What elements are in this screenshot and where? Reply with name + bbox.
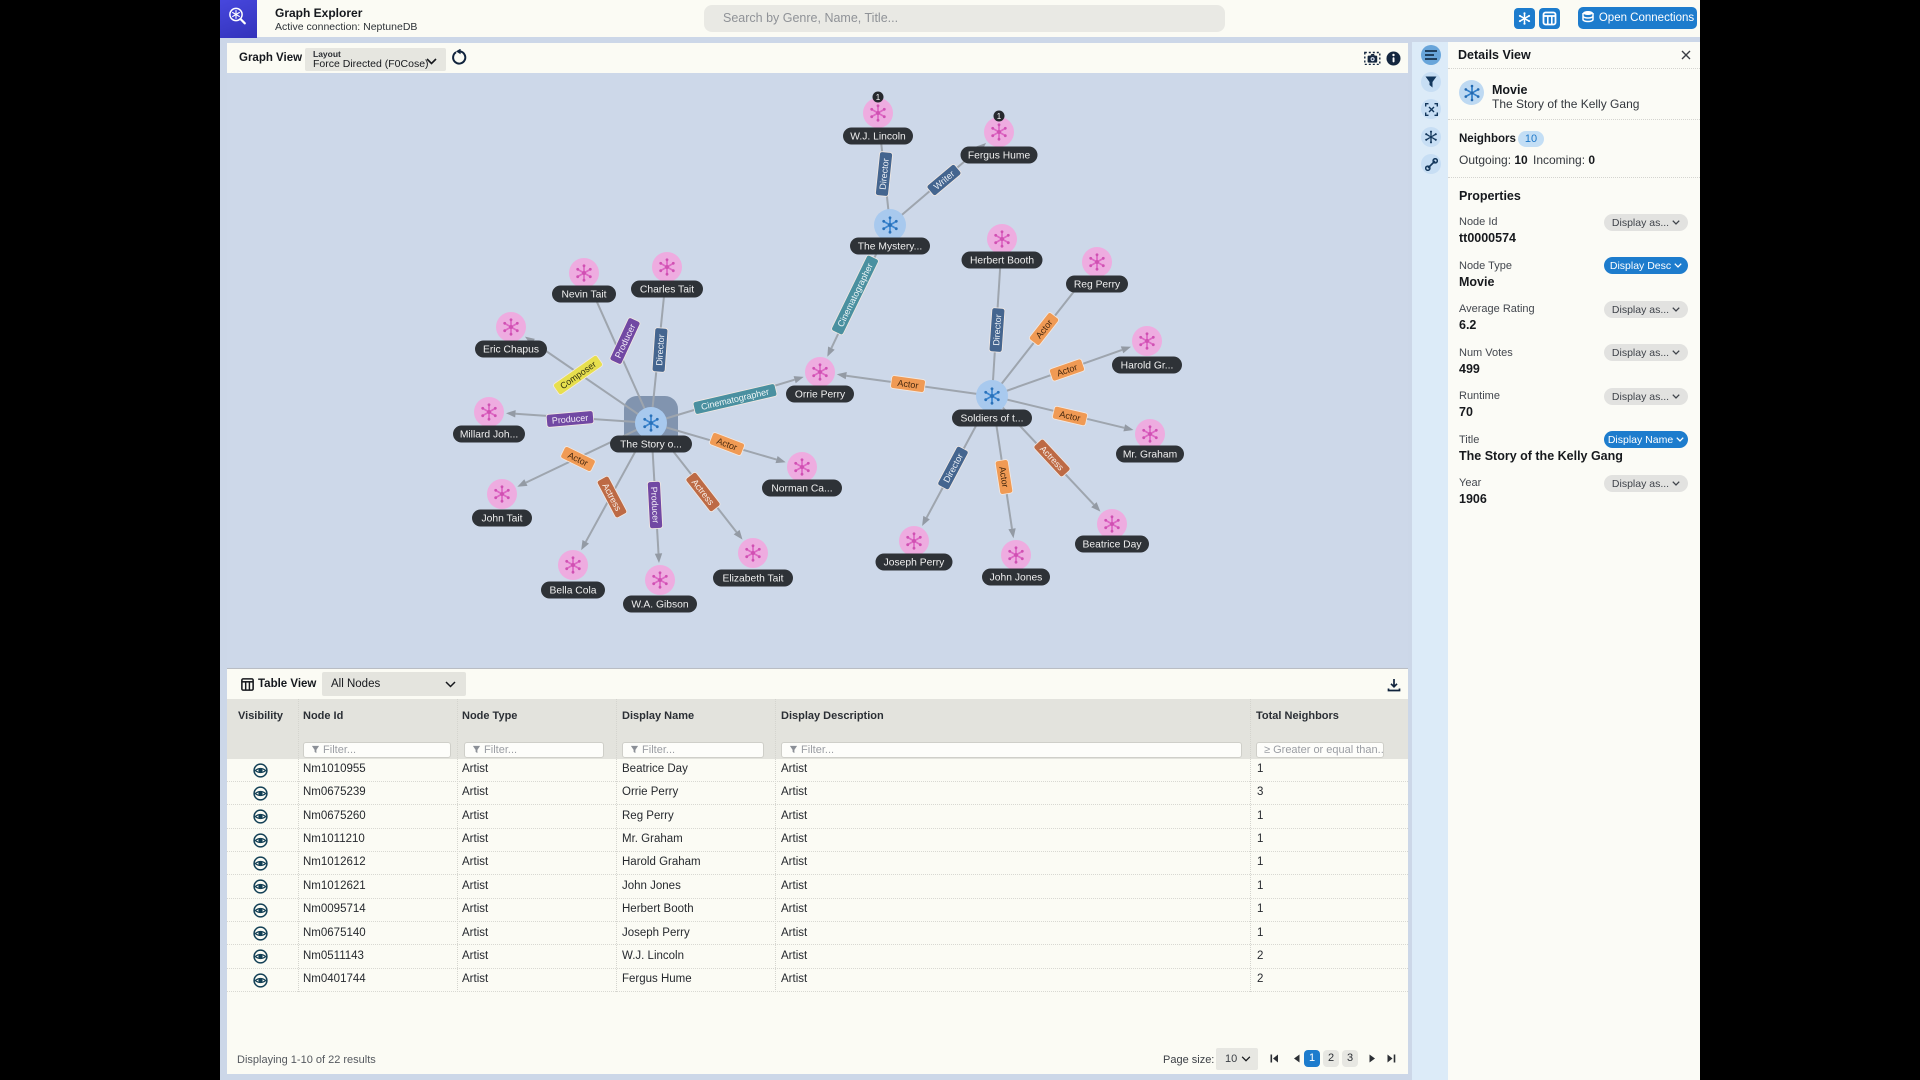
svg-text:1: 1: [997, 112, 1002, 121]
svg-text:Norman Ca...: Norman Ca...: [771, 484, 832, 495]
svg-text:The Story o...: The Story o...: [620, 440, 682, 451]
svg-text:John Tait: John Tait: [481, 514, 522, 525]
svg-text:Producer: Producer: [649, 487, 661, 524]
svg-text:Orrie Perry: Orrie Perry: [795, 390, 846, 401]
svg-text:John Jones: John Jones: [990, 573, 1043, 584]
svg-text:Bella Cola: Bella Cola: [550, 586, 597, 597]
svg-text:W.A. Gibson: W.A. Gibson: [631, 600, 688, 611]
svg-text:Herbert Booth: Herbert Booth: [970, 256, 1034, 267]
svg-text:Joseph Perry: Joseph Perry: [884, 558, 946, 569]
svg-text:Eric Chapus: Eric Chapus: [483, 345, 539, 356]
svg-text:Charles Tait: Charles Tait: [640, 285, 694, 296]
svg-text:W.J. Lincoln: W.J. Lincoln: [850, 132, 906, 143]
svg-text:Millard Joh...: Millard Joh...: [460, 430, 518, 441]
svg-text:Beatrice Day: Beatrice Day: [1083, 540, 1143, 551]
svg-text:Soldiers of t...: Soldiers of t...: [961, 414, 1024, 425]
svg-text:Harold Gr...: Harold Gr...: [1121, 361, 1174, 372]
svg-text:Nevin Tait: Nevin Tait: [561, 290, 606, 301]
svg-text:Elizabeth Tait: Elizabeth Tait: [722, 574, 783, 585]
svg-text:Reg Perry: Reg Perry: [1074, 280, 1121, 291]
svg-text:Mr. Graham: Mr. Graham: [1123, 450, 1177, 461]
svg-text:Cinematographer: Cinematographer: [835, 262, 874, 329]
svg-text:1: 1: [876, 93, 881, 102]
svg-text:Fergus Hume: Fergus Hume: [968, 151, 1031, 162]
svg-text:The Mystery...: The Mystery...: [858, 242, 922, 253]
